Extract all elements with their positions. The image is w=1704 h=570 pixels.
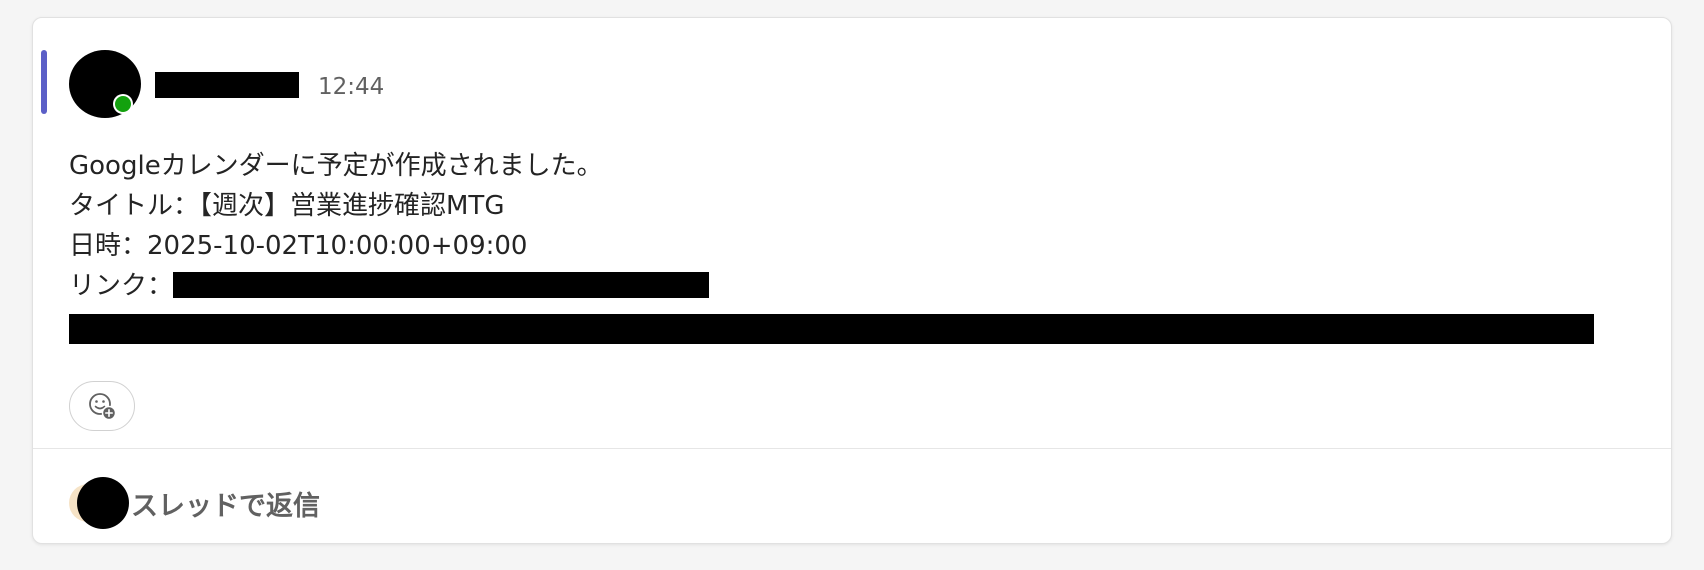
message-line: 日時：2025-10-02T10:00:00+09:00 [69, 231, 528, 261]
message-body: Googleカレンダーに予定が作成されました。 タイトル：【週次】営業進捗確認M… [69, 146, 1649, 306]
reply-in-thread-label: スレッドで返信 [131, 490, 320, 522]
link-line: リンク： [69, 266, 1649, 306]
thread-divider [33, 448, 1671, 449]
reply-avatar [77, 477, 129, 529]
message-line: タイトル：【週次】営業進捗確認MTG [69, 191, 505, 221]
message-accent-bar [41, 50, 47, 114]
sender-avatar[interactable] [69, 50, 141, 118]
message-timestamp: 12:44 [318, 74, 385, 100]
add-reaction-button[interactable] [69, 381, 135, 431]
message-card: 12:44 Googleカレンダーに予定が作成されました。 タイトル：【週次】営… [32, 17, 1672, 544]
link-url-redacted[interactable] [173, 271, 710, 298]
redacted-text-block [69, 314, 1594, 344]
emoji-add-icon [89, 393, 117, 421]
link-label: リンク： [69, 271, 174, 301]
message-line: Googleカレンダーに予定が作成されました。 [69, 151, 603, 181]
sender-name-redacted[interactable] [155, 72, 299, 98]
presence-status-icon [115, 96, 131, 112]
reply-in-thread-button[interactable]: スレッドで返信 [69, 476, 320, 530]
reply-avatar-stack [69, 476, 133, 530]
